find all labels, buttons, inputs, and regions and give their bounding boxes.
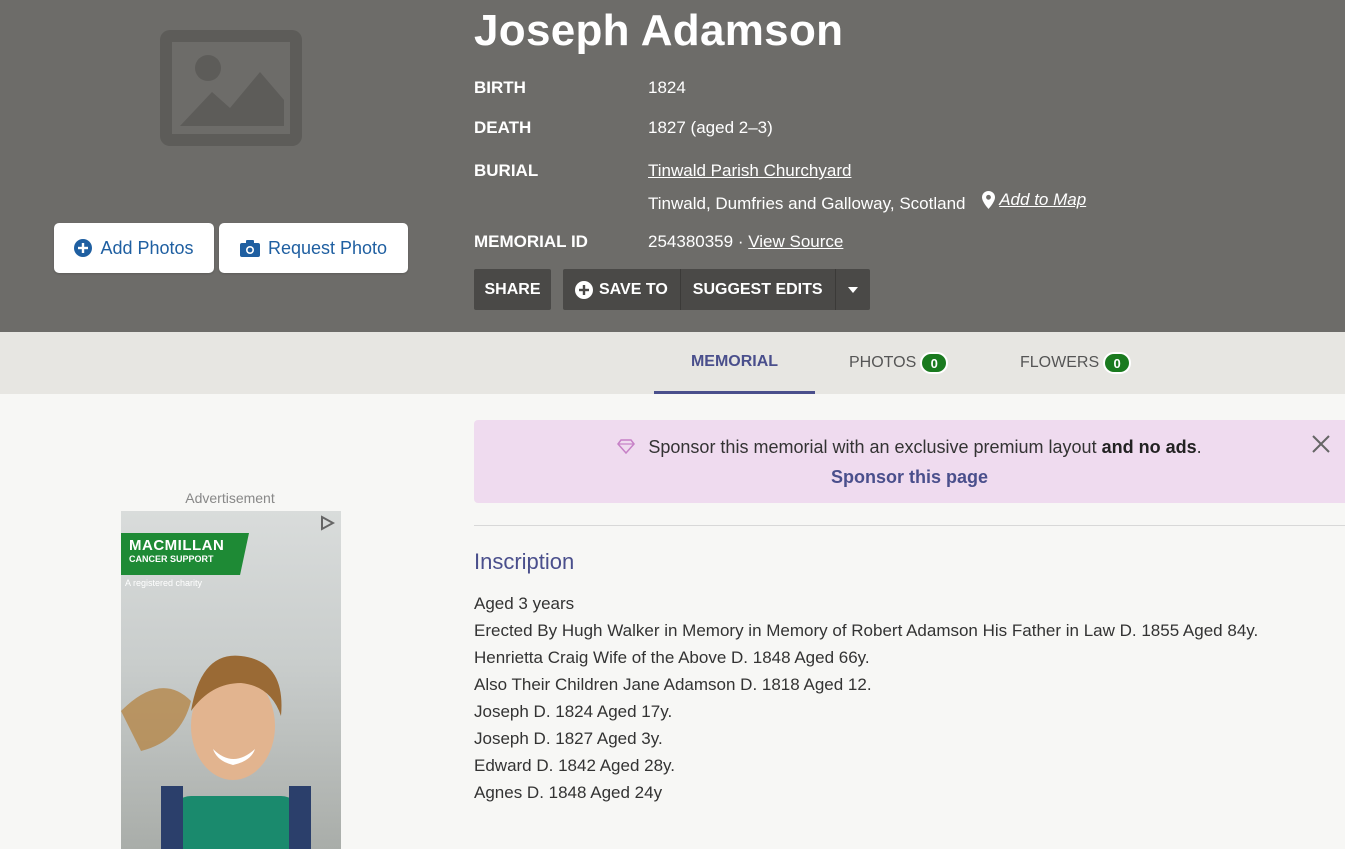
memorial-name: Joseph Adamson <box>474 6 844 55</box>
request-photo-button[interactable]: Request Photo <box>219 223 408 273</box>
section-divider <box>474 525 1345 526</box>
more-actions-dropdown[interactable] <box>834 269 870 310</box>
death-label: DEATH <box>474 118 532 137</box>
image-placeholder-icon <box>160 30 302 146</box>
add-photos-button[interactable]: Add Photos <box>54 223 214 273</box>
memorial-tabs: MEMORIAL PHOTOS 0 FLOWERS 0 <box>0 332 1345 394</box>
memorial-header: Add Photos Request Photo Joseph Adamson … <box>0 0 1345 332</box>
burial-location-row: Tinwald, Dumfries and Galloway, Scotland… <box>648 190 1086 214</box>
inscription-title: Inscription <box>474 549 575 574</box>
sponsor-text-bold: and no ads <box>1101 437 1197 457</box>
tab-memorial[interactable]: MEMORIAL <box>654 332 815 394</box>
map-pin-icon <box>982 191 996 209</box>
burial-place-link[interactable]: Tinwald Parish Churchyard <box>648 161 851 180</box>
birth-value: 1824 <box>648 78 686 97</box>
action-button-group: SAVE TO SUGGEST EDITS <box>563 269 870 310</box>
diamond-icon <box>617 439 636 455</box>
tab-memorial-label: MEMORIAL <box>690 352 779 370</box>
inscription-line: Agnes D. 1848 Aged 24y <box>474 783 663 802</box>
add-to-map-link[interactable]: Add to Map <box>999 190 1086 210</box>
sponsor-text-end: . <box>1196 437 1202 457</box>
sponsor-message: Sponsor this memorial with an exclusive … <box>474 437 1345 458</box>
inscription-line: Edward D. 1842 Aged 28y. <box>474 756 675 775</box>
plus-circle-icon <box>575 280 593 299</box>
burial-place-field: Tinwald Parish Churchyard <box>648 161 851 181</box>
add-to-map-control[interactable]: Add to Map <box>982 190 1086 210</box>
share-label: SHARE <box>484 280 541 298</box>
view-source-link[interactable]: View Source <box>748 232 843 251</box>
save-to-label: SAVE TO <box>599 280 668 298</box>
tab-photos[interactable]: PHOTOS 0 <box>849 332 949 394</box>
inscription-line: Joseph D. 1827 Aged 3y. <box>474 729 663 748</box>
tab-photos-label: PHOTOS <box>849 354 917 371</box>
burial-location: Tinwald, Dumfries and Galloway, Scotland <box>648 194 966 213</box>
sponsor-text: Sponsor this memorial with an exclusive … <box>648 437 1097 457</box>
save-to-button[interactable]: SAVE TO <box>563 269 680 310</box>
inscription-line: Aged 3 years <box>474 594 575 613</box>
death-value: 1827 (aged 2–3) <box>648 118 773 137</box>
camera-icon <box>239 239 260 257</box>
memorial-id-field: 254380359 · View Source <box>648 232 843 252</box>
share-button[interactable]: SHARE <box>474 269 551 310</box>
add-photos-label: Add Photos <box>100 237 194 258</box>
ad-photo <box>121 655 311 849</box>
memorial-id-value: 254380359 · <box>648 232 744 251</box>
flowers-count-badge: 0 <box>1103 352 1132 374</box>
suggest-edits-button[interactable]: SUGGEST EDITS <box>679 269 835 310</box>
birth-label: BIRTH <box>474 78 526 97</box>
tab-flowers-label: FLOWERS <box>1020 354 1100 371</box>
suggest-edits-label: SUGGEST EDITS <box>692 280 823 298</box>
request-photo-label: Request Photo <box>267 237 388 258</box>
sponsor-page-link[interactable]: Sponsor this page <box>474 467 1345 488</box>
inscription-line: Erected By Hugh Walker in Memory in Memo… <box>474 621 1259 640</box>
advertisement-label: Advertisement <box>185 490 275 506</box>
inscription-text: Aged 3 years Erected By Hugh Walker in M… <box>474 594 1258 810</box>
caret-down-icon <box>847 286 858 293</box>
sponsor-banner: Sponsor this memorial with an exclusive … <box>474 420 1345 503</box>
advertisement-banner[interactable]: MACMILLAN CANCER SUPPORT A registered ch… <box>121 511 341 849</box>
memorial-id-label: MEMORIAL ID <box>474 232 588 251</box>
close-icon[interactable] <box>1311 434 1331 454</box>
inscription-line: Also Their Children Jane Adamson D. 1818… <box>474 675 872 694</box>
inscription-line: Henrietta Craig Wife of the Above D. 184… <box>474 648 870 667</box>
plus-circle-icon <box>74 239 93 257</box>
photos-count-badge: 0 <box>920 352 949 374</box>
tab-flowers[interactable]: FLOWERS 0 <box>1020 332 1132 394</box>
inscription-line: Joseph D. 1824 Aged 17y. <box>474 702 673 721</box>
burial-label: BURIAL <box>474 161 539 180</box>
